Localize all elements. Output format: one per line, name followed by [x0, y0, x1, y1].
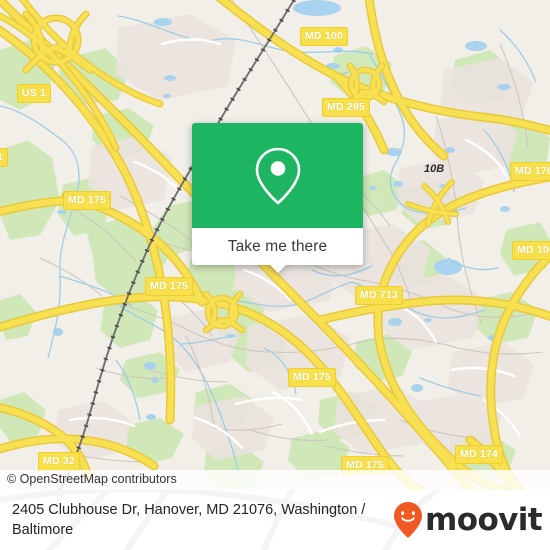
osm-attribution[interactable]: © OpenStreetMap contributors: [0, 470, 550, 490]
footer-content: 2405 Clubhouse Dr, Hanover, MD 21076, Wa…: [0, 490, 550, 550]
moovit-location-card: MD 100 MD 295 US 1 1 MD 176 MD 175 MD 100 MD 17…: [0, 0, 550, 550]
moovit-smiley-pin-icon: [394, 502, 423, 538]
road-shield: MD 175: [63, 191, 111, 210]
road-shield: MD 176: [510, 162, 550, 181]
take-me-there-label: Take me there: [227, 237, 328, 255]
moovit-wordmark: moovit: [425, 501, 543, 538]
road-shield: MD 175: [288, 368, 336, 387]
popup-header: [192, 123, 363, 228]
road-shield: MD 713: [355, 286, 403, 305]
moovit-brand[interactable]: moovit: [393, 501, 543, 539]
road-shield: MD 174: [455, 445, 503, 464]
road-shield: MD 295: [322, 98, 370, 117]
popup-action-bar[interactable]: Take me there: [192, 228, 363, 273]
road-shield: US 1: [17, 84, 52, 103]
take-me-there-popup[interactable]: Take me there: [192, 123, 363, 273]
road-shield: MD 100: [512, 241, 550, 260]
highway-exit-label: 10B: [424, 163, 445, 175]
map-pin-icon: [255, 147, 300, 204]
footer-bar: 2405 Clubhouse Dr, Hanover, MD 21076, Wa…: [0, 490, 550, 550]
road-shield: 1: [0, 148, 9, 167]
map-canvas[interactable]: MD 100 MD 295 US 1 1 MD 176 MD 175 MD 100 MD 17…: [0, 0, 550, 490]
road-shield: MD 32: [38, 452, 80, 471]
road-shield: MD 175: [145, 277, 193, 296]
location-address: 2405 Clubhouse Dr, Hanover, MD 21076, Wa…: [12, 502, 366, 538]
road-shield: MD 100: [300, 27, 348, 46]
popup-pointer: [268, 264, 287, 273]
